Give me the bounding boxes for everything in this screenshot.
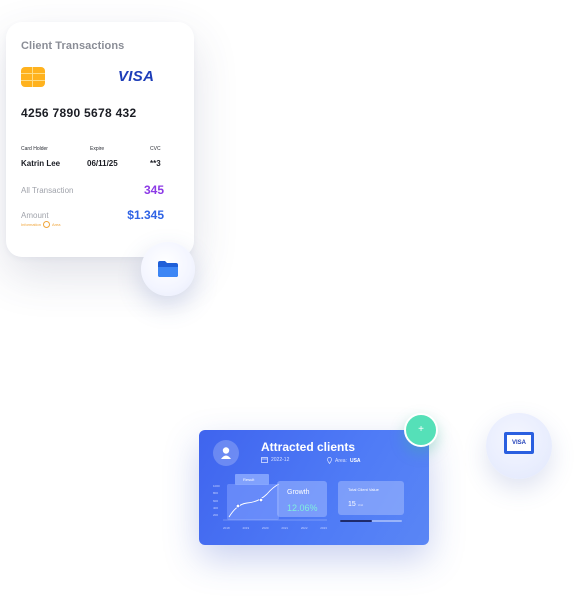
folder-icon (158, 261, 178, 277)
info-circle-icon (43, 221, 51, 228)
amount-info-left: Information (21, 222, 42, 227)
x-tick: 2020 (261, 526, 269, 530)
tcv-progress-bar (340, 520, 402, 522)
growth-panel: Growth 12.06% (277, 481, 327, 517)
location-pin-icon (327, 457, 332, 464)
clients-title: Attracted clients (261, 440, 356, 454)
add-button[interactable]: + (404, 413, 438, 447)
card-title: Client Transactions (21, 40, 125, 52)
calendar-icon (261, 457, 268, 463)
cvc-label: CVC (150, 146, 161, 152)
user-icon (221, 447, 231, 459)
tcv-label: Total Client Value (348, 487, 379, 492)
visa-logo: VISA (118, 68, 155, 85)
tcv-value-wrap: 15 Unit (348, 501, 363, 508)
location-value: USA (349, 457, 361, 464)
visa-card-icon: VISA (504, 432, 534, 454)
amount-info-right: Area (52, 222, 61, 227)
date-value: 2022-12 (271, 457, 290, 463)
x-tick: 2021 (281, 526, 289, 530)
x-tick: 2022 (300, 526, 308, 530)
amount-value: $1.345 (127, 208, 164, 222)
growth-value: 12.06% (287, 503, 318, 513)
amount-label: Amount (21, 211, 49, 220)
x-tick: 2019 (242, 526, 250, 530)
growth-label: Growth (287, 489, 310, 496)
tcv-value: 15 (348, 501, 356, 508)
y-tick: 600 (213, 498, 219, 503)
chart-x-axis: 2018 2019 2020 2021 2022 2023 (223, 526, 327, 530)
amount-info: Information Area (21, 221, 60, 228)
total-client-value-panel: Total Client Value 15 Unit (338, 481, 404, 515)
folder-button[interactable] (141, 242, 195, 296)
location-prefix: Area: (335, 457, 347, 464)
visa-card-bubble[interactable]: VISA (486, 413, 552, 479)
card-holder-label: Card Holder (21, 146, 48, 152)
expire-label: Expire (90, 146, 105, 152)
result-tag: Result (235, 474, 269, 485)
avatar (213, 440, 239, 466)
chart-y-axis: 1000 800 600 400 200 (213, 483, 220, 519)
client-transactions-card: Client Transactions VISA 4256 7890 5678 … (6, 22, 194, 257)
tcv-unit: Unit (357, 503, 364, 507)
cvc-value: **3 (150, 159, 161, 168)
location-info: Area: USA (327, 457, 361, 464)
chart-point (235, 503, 241, 509)
date-info: 2022-12 (261, 457, 289, 463)
card-chip-icon (21, 67, 45, 87)
card-holder-value: Katrin Lee (21, 159, 61, 168)
expire-value: 06/11/25 (87, 159, 118, 168)
all-transaction-label: All Transaction (21, 186, 74, 195)
chart-point (258, 497, 264, 503)
y-tick: 1000 (213, 484, 220, 488)
x-tick: 2018 (223, 526, 230, 530)
x-tick: 2023 (320, 526, 327, 530)
all-transaction-value: 345 (143, 183, 164, 197)
attracted-clients-card: Attracted clients 2022-12 Area: USA 1000… (199, 430, 429, 545)
y-tick: 200 (213, 513, 219, 518)
y-tick: 400 (213, 505, 219, 510)
card-number: 4256 7890 5678 432 (21, 106, 137, 120)
tcv-progress-fill (340, 520, 373, 522)
y-tick: 800 (213, 491, 219, 496)
